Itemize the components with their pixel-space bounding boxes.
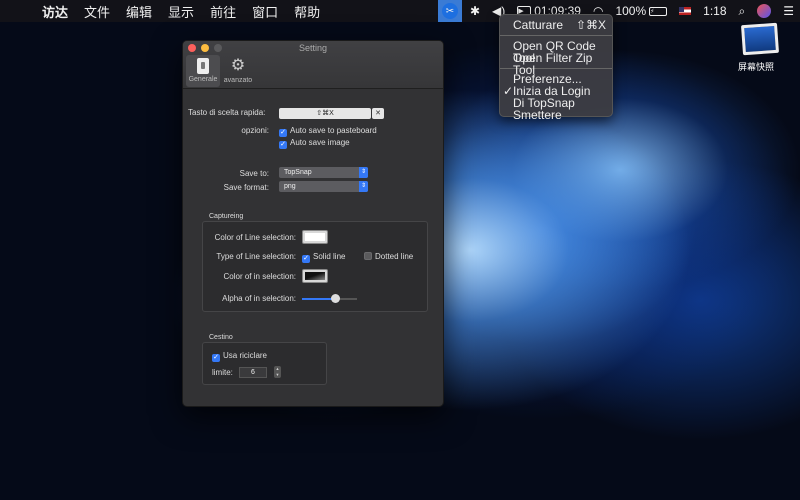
tab-label: Generale: [188, 76, 218, 83]
checkbox-checked-icon: ✓: [279, 141, 287, 149]
input-source-flag-icon[interactable]: [679, 7, 692, 15]
menu-file[interactable]: 文件: [76, 2, 118, 21]
line-color-well[interactable]: [302, 230, 328, 244]
settings-window: Setting Generale ⚙ avanzato Tasto di sce…: [182, 40, 444, 407]
topsnap-icon: ✂: [441, 3, 458, 19]
fill-alpha-slider[interactable]: [302, 294, 357, 303]
checkbox-label: Auto save image: [290, 138, 350, 147]
desktop-file-screenshot[interactable]: 屏幕快照: [738, 22, 782, 72]
clear-shortcut-button[interactable]: ✕: [372, 108, 384, 119]
menu-view[interactable]: 显示: [160, 2, 202, 21]
limit-field[interactable]: 6: [239, 367, 267, 378]
save-format-select[interactable]: png ⇕: [279, 181, 368, 192]
menu-go[interactable]: 前往: [202, 2, 244, 21]
menu-item-label: Open Filter Zip Tool: [513, 51, 593, 77]
spotlight-search-icon[interactable]: ⌕: [739, 4, 746, 19]
save-format-label: Save format:: [223, 183, 269, 192]
tab-advanced[interactable]: ⚙ avanzato: [221, 55, 255, 87]
switch-icon: [197, 58, 209, 74]
capture-group-title: Captureing: [209, 213, 244, 220]
chevron-updown-icon: ⇕: [359, 167, 368, 178]
menu-item-zip-tool[interactable]: Open Filter Zip Tool: [500, 51, 612, 77]
menu-window[interactable]: 窗口: [244, 2, 286, 21]
color-swatch: [305, 272, 325, 280]
siri-icon[interactable]: [757, 4, 772, 18]
menu-item-shortcut: ⇧⌘X: [575, 18, 606, 32]
topsnap-status-item[interactable]: ✂: [437, 0, 462, 22]
color-swatch: [305, 233, 325, 241]
window-titlebar[interactable]: Setting Generale ⚙ avanzato: [183, 41, 443, 89]
checkbox-label: Auto save to pasteboard: [290, 126, 377, 135]
checkbox-label: Dotted line: [375, 252, 414, 261]
use-recycle-checkbox[interactable]: ✓ Usa riciclare: [212, 351, 267, 362]
save-to-label: Save to:: [239, 169, 269, 178]
notification-center-icon[interactable]: ☰: [783, 4, 794, 18]
status-area: ✂ ✱ ◀) ▶ 01:09:39 ◠ 100% ⚡ 1:18 ⌕ ☰: [437, 0, 800, 22]
checkbox-label: Solid line: [313, 252, 346, 261]
menu-item-quit[interactable]: Smettere: [500, 109, 612, 121]
checkbox-label: Usa riciclare: [223, 351, 268, 360]
tab-label: avanzato: [223, 77, 253, 84]
general-pane: Tasto di scelta rapida: ⇧⌘X ✕ opzioni: ✓…: [183, 89, 443, 406]
menu-edit[interactable]: 编辑: [118, 2, 160, 21]
solid-line-checkbox[interactable]: ✓ Solid line: [302, 252, 345, 263]
shortcut-recorder-field[interactable]: ⇧⌘X: [279, 108, 371, 119]
trash-group: [202, 342, 327, 385]
desktop-file-label: 屏幕快照: [738, 62, 775, 72]
gear-icon: ⚙: [230, 57, 246, 74]
fill-color-label: Color of in selection:: [223, 272, 296, 281]
menu-item-label: Catturare: [513, 18, 564, 32]
menu-bar: 访达 文件 编辑 显示 前往 窗口 帮助 ✂ ✱ ◀) ▶ 01:09:39 ◠…: [0, 0, 800, 22]
fill-alpha-label: Alpha of in selection:: [222, 294, 296, 303]
checkbox-unchecked-icon: [364, 252, 372, 260]
battery-percent: 100%: [615, 4, 647, 18]
menu-item-label: Smettere: [513, 108, 562, 122]
battery-status[interactable]: 100% ⚡: [615, 4, 668, 18]
select-value: png: [284, 183, 296, 190]
slider-knob[interactable]: [330, 294, 340, 303]
topsnap-menu: Catturare ⇧⌘X Open QR Code Tool Open Fil…: [499, 14, 613, 121]
trash-group-title: Cestino: [209, 334, 233, 341]
battery-icon: ⚡: [649, 6, 668, 16]
options-label: opzioni:: [241, 126, 269, 135]
menu-help[interactable]: 帮助: [286, 2, 328, 21]
clock[interactable]: 1:18: [703, 4, 726, 18]
save-to-select[interactable]: TopSnap ⇕: [279, 167, 368, 178]
line-type-label: Type of Line selection:: [216, 252, 296, 261]
window-title: Setting: [298, 43, 328, 53]
checkmark-icon: ✓: [503, 84, 514, 98]
menu-finder[interactable]: 访达: [34, 2, 76, 21]
menu-separator: [500, 35, 612, 36]
checkbox-checked-icon: ✓: [302, 255, 310, 263]
tab-general[interactable]: Generale: [186, 55, 220, 87]
checkbox-checked-icon: ✓: [279, 129, 287, 137]
shortcut-label: Tasto di scelta rapida:: [188, 108, 266, 117]
limit-stepper[interactable]: ▲ ▼: [274, 366, 281, 378]
bluetooth-icon[interactable]: ✱: [470, 4, 480, 18]
screenshot-thumbnail-icon: [740, 22, 780, 56]
select-value: TopSnap: [284, 169, 312, 176]
line-color-label: Color of Line selection:: [214, 233, 296, 242]
auto-save-pasteboard-checkbox[interactable]: ✓ Auto save to pasteboard: [279, 126, 377, 137]
fill-color-well[interactable]: [302, 269, 328, 283]
limit-label: limite:: [212, 368, 233, 377]
chevron-updown-icon: ⇕: [359, 181, 368, 192]
checkbox-checked-icon: ✓: [212, 354, 220, 362]
menu-item-capture[interactable]: Catturare ⇧⌘X: [500, 19, 612, 31]
dotted-line-checkbox[interactable]: Dotted line: [364, 252, 413, 261]
auto-save-image-checkbox[interactable]: ✓ Auto save image: [279, 138, 350, 149]
